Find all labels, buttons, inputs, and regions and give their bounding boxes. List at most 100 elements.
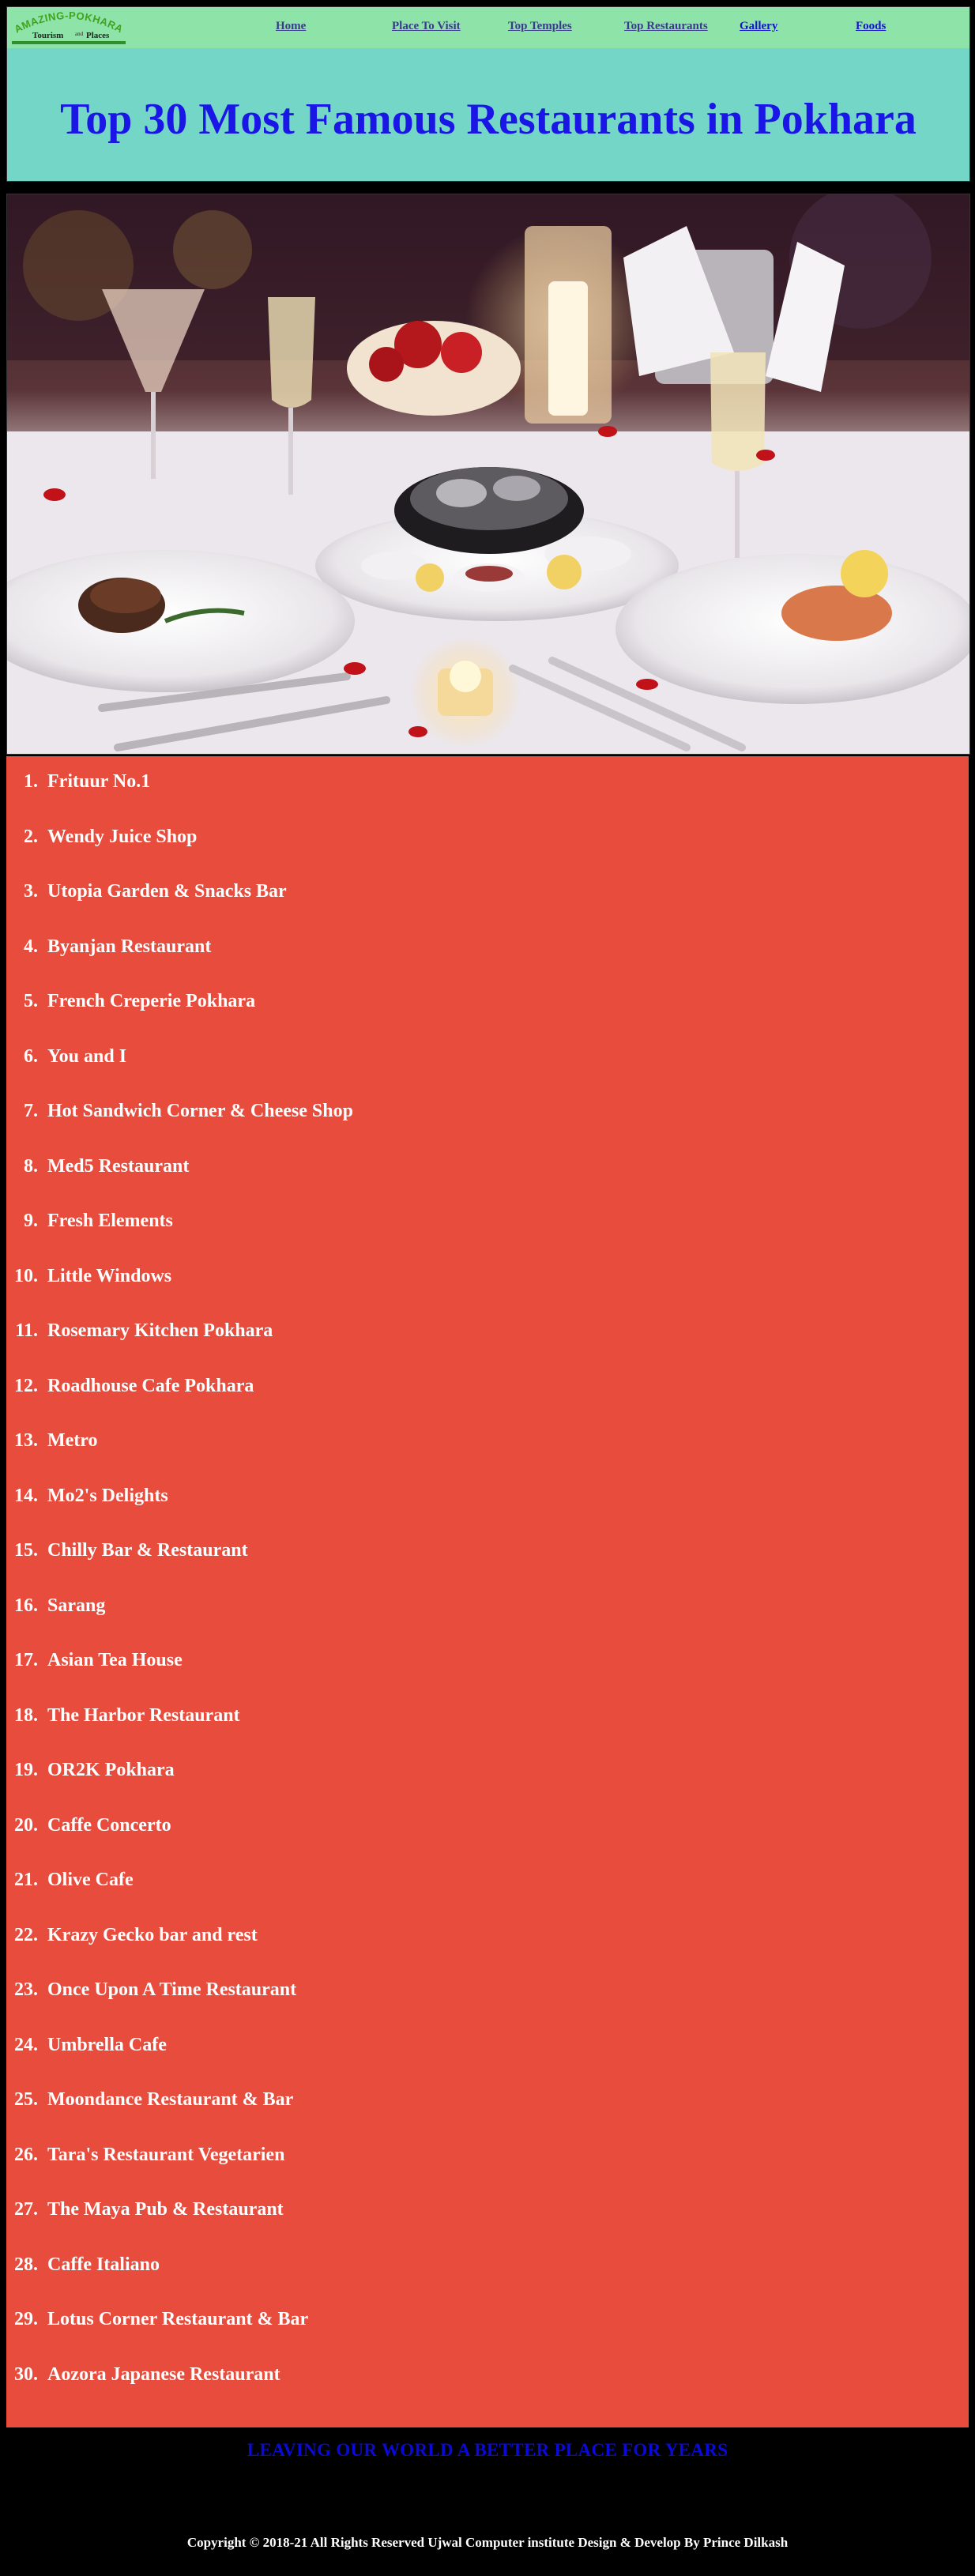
list-item-number: 18. <box>14 1704 38 1726</box>
restaurant-list-item: 11. Rosemary Kitchen Pokhara <box>6 1315 717 1346</box>
list-item-number: 11. <box>15 1320 38 1341</box>
restaurant-name: Mo2's Delights <box>47 1485 168 1506</box>
restaurant-list-item: 26. Tara's Restaurant Vegetarien <box>6 2139 717 2171</box>
restaurant-name: Asian Tea House <box>47 1650 183 1670</box>
restaurant-name: Olive Cafe <box>47 1870 134 1890</box>
restaurant-list-item: 9. Fresh Elements <box>6 1205 717 1237</box>
nav-home[interactable]: Home <box>276 20 306 33</box>
dining-table-illustration <box>7 194 969 754</box>
restaurant-list-item: 12. Roadhouse Cafe Pokhara <box>6 1370 717 1402</box>
restaurant-list-item: 1. Frituur No.1 <box>6 766 717 797</box>
nav-gallery[interactable]: Gallery <box>740 20 777 33</box>
restaurant-list-item: 5. French Creperie Pokhara <box>6 985 717 1017</box>
list-item-number: 7. <box>24 1101 38 1121</box>
list-item-number: 10. <box>14 1265 38 1286</box>
list-item-number: 14. <box>14 1485 38 1506</box>
list-item-number: 29. <box>14 2309 38 2329</box>
restaurant-name: Caffe Concerto <box>47 1814 171 1836</box>
restaurant-name: Moondance Restaurant & Bar <box>47 2089 294 2110</box>
restaurant-list-item: 3. Utopia Garden & Snacks Bar <box>6 876 717 907</box>
list-item-number: 23. <box>14 1979 38 2000</box>
list-item-number: 13. <box>14 1430 38 1451</box>
restaurant-name: Byanjan Restaurant <box>47 936 212 957</box>
restaurant-list-item: 6. You and I <box>6 1041 717 1072</box>
restaurant-name: Aozora Japanese Restaurant <box>47 2363 280 2385</box>
restaurant-list-panel: 1. Frituur No.1 2. Wendy Juice Shop 3. Utopia… <box>6 756 969 2427</box>
list-item-number: 9. <box>24 1211 38 1231</box>
restaurant-name: Caffe Italiano <box>47 2254 160 2275</box>
restaurant-list-item: 27. The Maya Pub & Restaurant <box>6 2194 717 2225</box>
footer-tagline: LEAVING OUR WORLD A BETTER PLACE FOR YEA… <box>247 2440 728 2460</box>
nav-place-to-visit[interactable]: Place To Visit <box>392 20 461 33</box>
restaurant-name: The Harbor Restaurant <box>47 1704 240 1726</box>
restaurant-name: Krazy Gecko bar and rest <box>47 1924 258 1945</box>
list-item-number: 19. <box>14 1760 38 1780</box>
nav-top-temples[interactable]: Top Temples <box>508 20 572 33</box>
restaurant-name: Fresh Elements <box>47 1211 173 1231</box>
site-header: AMAZING-POKHARA Tourism and Places Home … <box>6 6 970 182</box>
restaurant-list-item: 17. Asian Tea House <box>6 1644 717 1676</box>
restaurant-list-item: 25. Moondance Restaurant & Bar <box>6 2084 717 2115</box>
restaurant-name: Lotus Corner Restaurant & Bar <box>47 2309 309 2329</box>
restaurant-name: Roadhouse Cafe Pokhara <box>47 1375 254 1396</box>
list-item-number: 20. <box>14 1814 38 1836</box>
restaurant-name: Wendy Juice Shop <box>47 826 198 847</box>
list-item-number: 1. <box>24 771 38 792</box>
restaurant-list-item: 2. Wendy Juice Shop <box>6 821 717 853</box>
restaurant-name: OR2K Pokhara <box>47 1760 175 1780</box>
site-logo[interactable]: AMAZING-POKHARA Tourism and Places <box>9 9 129 46</box>
list-item-number: 27. <box>14 2199 38 2220</box>
restaurant-name: Tara's Restaurant Vegetarien <box>47 2144 285 2165</box>
restaurant-name: Hot Sandwich Corner & Cheese Shop <box>47 1101 353 1121</box>
restaurant-list-item: 28. Caffe Italiano <box>6 2249 717 2280</box>
restaurant-name: Frituur No.1 <box>47 771 151 792</box>
nav-top-restaurants[interactable]: Top Restaurants <box>624 20 708 33</box>
restaurant-name: Utopia Garden & Snacks Bar <box>47 881 287 902</box>
restaurant-list-item: 21. Olive Cafe <box>6 1864 717 1896</box>
list-item-number: 26. <box>14 2144 38 2165</box>
restaurant-name: The Maya Pub & Restaurant <box>47 2199 284 2220</box>
list-item-number: 2. <box>24 826 38 847</box>
restaurant-list-item: 8. Med5 Restaurant <box>6 1151 717 1182</box>
navbar: AMAZING-POKHARA Tourism and Places Home … <box>7 7 969 48</box>
svg-text:Places: Places <box>86 31 110 40</box>
restaurant-list-item: 24. Umbrella Cafe <box>6 2029 717 2061</box>
svg-text:and: and <box>75 31 84 37</box>
list-item-number: 4. <box>24 936 38 957</box>
nav-foods[interactable]: Foods <box>856 20 886 33</box>
restaurant-list-item: 18. The Harbor Restaurant <box>6 1700 717 1731</box>
restaurant-name: Med5 Restaurant <box>47 1155 190 1177</box>
restaurant-name: You and I <box>47 1045 127 1067</box>
restaurant-list-item: 4. Byanjan Restaurant <box>6 931 717 962</box>
restaurant-list-item: 13. Metro <box>6 1425 717 1456</box>
restaurant-name: Umbrella Cafe <box>47 2034 167 2055</box>
list-item-number: 25. <box>14 2089 38 2110</box>
restaurant-name: Sarang <box>47 1595 106 1616</box>
list-item-number: 28. <box>14 2254 38 2275</box>
restaurant-list-item: 19. OR2K Pokhara <box>6 1754 717 1786</box>
list-item-number: 21. <box>14 1870 38 1890</box>
list-item-number: 15. <box>14 1540 38 1561</box>
list-item-number: 22. <box>14 1924 38 1945</box>
list-item-number: 8. <box>24 1155 38 1177</box>
restaurant-name: Metro <box>47 1430 98 1451</box>
logo-graphic: AMAZING-POKHARA Tourism and Places <box>9 9 129 46</box>
restaurant-list-item: 30. Aozora Japanese Restaurant <box>6 2359 717 2390</box>
restaurant-name: French Creperie Pokhara <box>47 991 256 1011</box>
footer-copyright: Copyright © 2018-21 All Rights Reserved … <box>186 2535 789 2550</box>
restaurant-name: Rosemary Kitchen Pokhara <box>47 1320 273 1341</box>
restaurant-list-item: 7. Hot Sandwich Corner & Cheese Shop <box>6 1095 717 1127</box>
list-item-number: 12. <box>14 1375 38 1396</box>
restaurant-list-item: 15. Chilly Bar & Restaurant <box>6 1535 717 1566</box>
restaurant-name: Little Windows <box>47 1265 172 1286</box>
list-item-number: 16. <box>14 1595 38 1616</box>
restaurant-list-item: 29. Lotus Corner Restaurant & Bar <box>6 2303 717 2335</box>
restaurant-name: Chilly Bar & Restaurant <box>47 1540 248 1561</box>
hero-image <box>6 194 970 755</box>
list-item-number: 24. <box>14 2034 38 2055</box>
list-item-number: 6. <box>24 1045 38 1067</box>
restaurant-list-item: 16. Sarang <box>6 1590 717 1621</box>
list-item-number: 5. <box>24 991 38 1011</box>
restaurant-list-item: 20. Caffe Concerto <box>6 1810 717 1841</box>
restaurant-list-item: 14. Mo2's Delights <box>6 1480 717 1512</box>
